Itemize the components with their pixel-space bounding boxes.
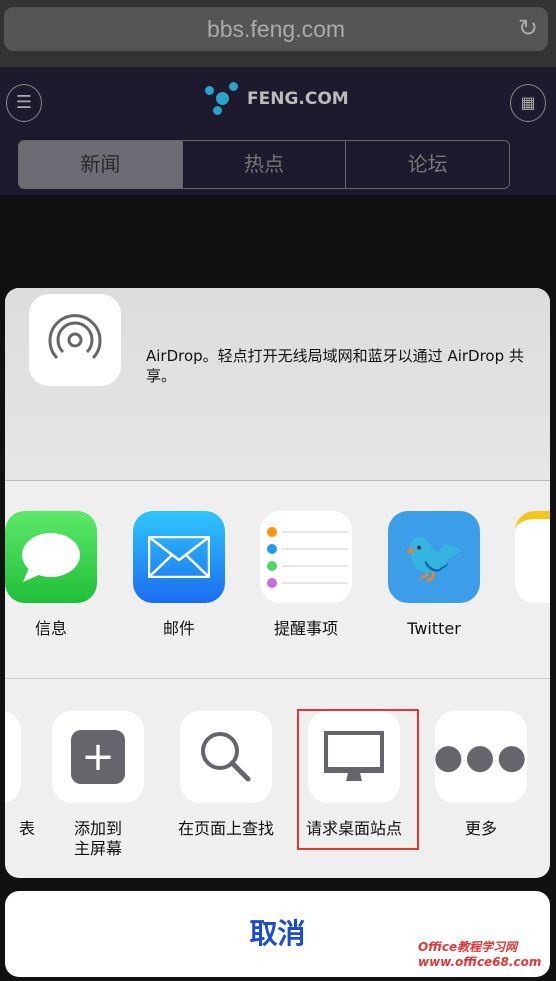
- divider: [5, 678, 550, 679]
- logo-icon: [205, 82, 239, 116]
- grid-icon[interactable]: ▦: [510, 84, 546, 122]
- logo-text: FENG.COM: [247, 89, 349, 109]
- airdrop-section: AirDrop。轻点打开无线局域网和蓝牙以通过 AirDrop 共享。: [5, 288, 550, 480]
- site-header: ☰ FENG.COM ▦ 新闻 热点 论坛: [0, 67, 556, 195]
- action-label: 在页面上查找: [177, 819, 274, 838]
- action-more[interactable]: ●●● 更多: [417, 711, 545, 839]
- search-icon: [180, 711, 272, 803]
- site-logo[interactable]: FENG.COM: [205, 82, 349, 116]
- app-label: 提醒事项: [273, 619, 338, 638]
- reminders-icon: [260, 511, 352, 603]
- divider: [5, 480, 550, 481]
- airdrop-text: AirDrop。轻点打开无线局域网和蓝牙以通过 AirDrop 共享。: [146, 347, 524, 385]
- highlight-box: [297, 709, 419, 850]
- twitter-icon: 🐦: [388, 511, 480, 603]
- tab-hot[interactable]: 热点: [181, 141, 346, 188]
- app-mail[interactable]: 邮件: [115, 511, 243, 639]
- tab-bar: 新闻 热点 论坛: [18, 140, 510, 189]
- reload-icon[interactable]: ↻: [518, 7, 538, 51]
- app-reminders[interactable]: 提醒事项: [242, 511, 370, 639]
- add-icon: +: [52, 711, 144, 803]
- tab-news[interactable]: 新闻: [19, 141, 182, 188]
- app-label: 邮件: [162, 619, 195, 638]
- more-icon: ●●●: [435, 711, 527, 803]
- app-label: Twitter: [407, 619, 461, 638]
- app-notes-partial[interactable]: [497, 511, 550, 603]
- menu-icon[interactable]: ☰: [6, 84, 42, 122]
- action-find-on-page[interactable]: 在页面上查找: [162, 711, 290, 839]
- reading-list-icon: [5, 711, 21, 803]
- action-add-to-home[interactable]: + 添加到 主屏幕: [34, 711, 162, 859]
- airdrop-icon[interactable]: [29, 294, 121, 386]
- url-text: bbs.feng.com: [206, 16, 346, 42]
- share-sheet: AirDrop。轻点打开无线局域网和蓝牙以通过 AirDrop 共享。 信息 邮…: [5, 288, 550, 878]
- action-label: 添加到 主屏幕: [73, 819, 122, 858]
- watermark: Office教程学习网 www.office68.com: [418, 940, 542, 969]
- app-messages[interactable]: 信息: [5, 511, 115, 639]
- action-label: 更多: [464, 819, 497, 838]
- notes-icon: [515, 511, 550, 603]
- tab-forum[interactable]: 论坛: [345, 141, 509, 188]
- url-field[interactable]: bbs.feng.com ↻: [4, 7, 548, 51]
- app-label: 信息: [34, 619, 67, 638]
- mail-icon: [133, 511, 225, 603]
- messages-icon: [5, 511, 97, 603]
- browser-toolbar: bbs.feng.com ↻: [0, 0, 556, 67]
- app-twitter[interactable]: 🐦 Twitter: [370, 511, 498, 639]
